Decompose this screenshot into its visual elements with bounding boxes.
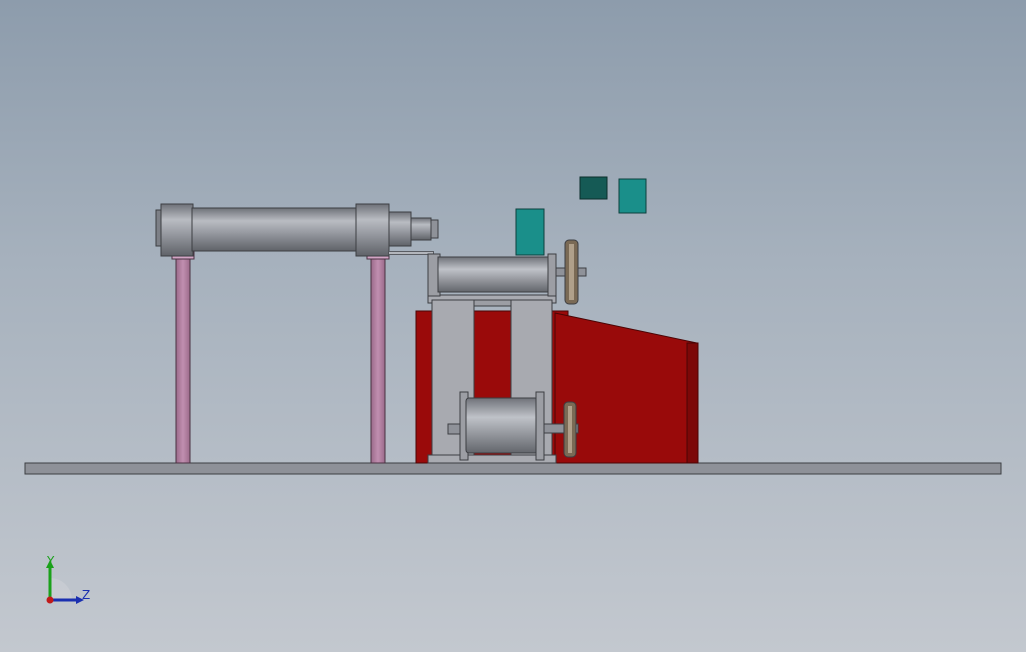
upper-pulley[interactable] <box>564 239 579 305</box>
z-axis-label: Z <box>82 588 91 602</box>
lower-pulley[interactable] <box>563 401 577 458</box>
upper-roller[interactable] <box>427 253 587 297</box>
teal-block-left[interactable] <box>515 208 545 256</box>
graphics-viewport[interactable]: Y Z <box>0 0 1026 652</box>
reference-triad: Y Z <box>38 552 98 610</box>
teal-block-right[interactable] <box>618 178 647 214</box>
y-axis-label: Y <box>47 554 55 568</box>
left-support-leg[interactable] <box>171 242 195 464</box>
pneumatic-cylinder[interactable] <box>155 203 439 257</box>
link-arm[interactable] <box>389 251 434 278</box>
model-scene[interactable] <box>0 0 1026 652</box>
right-support-leg[interactable] <box>366 242 390 464</box>
dark-teal-block[interactable] <box>579 176 608 200</box>
base-plate[interactable] <box>24 462 1002 475</box>
